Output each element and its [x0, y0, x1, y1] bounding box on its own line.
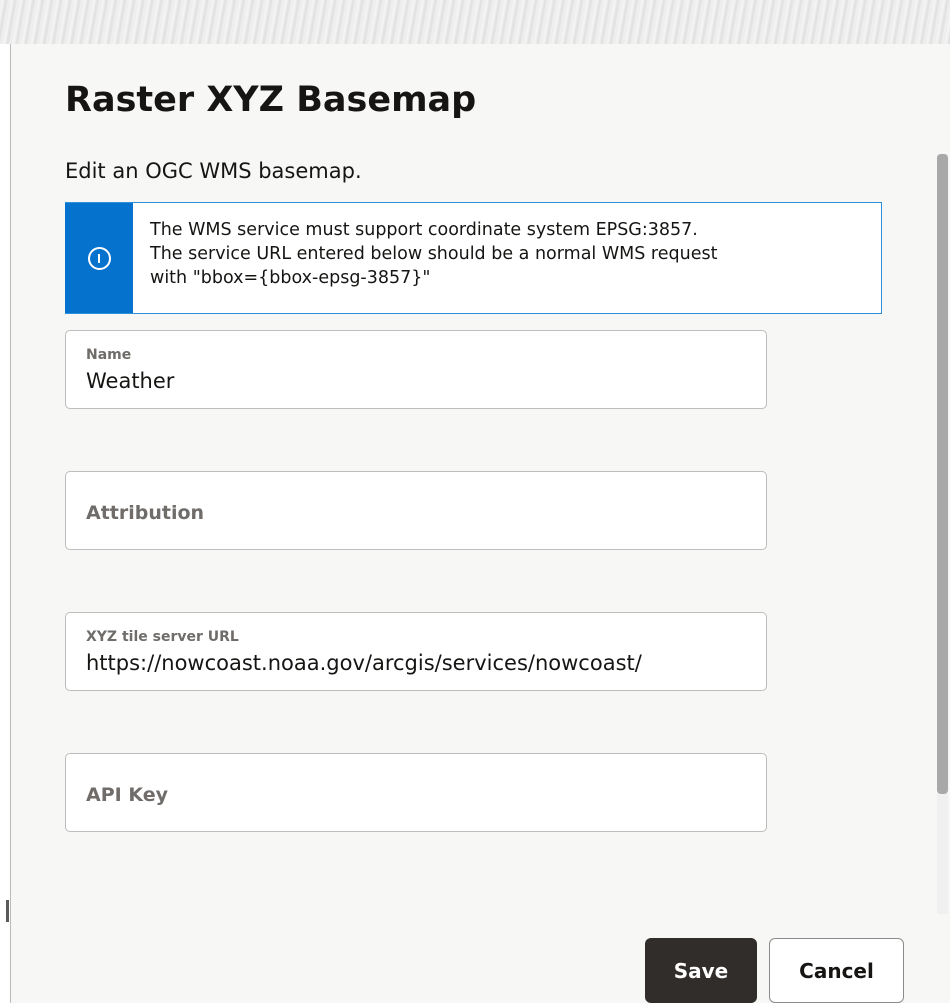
tile-url-field[interactable]: XYZ tile server URL https://nowcoast.noa…: [65, 612, 767, 691]
name-field[interactable]: Name Weather: [65, 330, 767, 409]
info-line-1: The WMS service must support coordinate …: [150, 220, 698, 240]
name-field-label: Name: [86, 347, 132, 363]
info-banner-accent: [65, 203, 133, 313]
api-key-field-label: API Key: [86, 784, 168, 806]
page: Raster XYZ Basemap Edit an OGC WMS basem…: [0, 0, 950, 1003]
info-glyph: [98, 253, 100, 263]
dialog-title: Raster XYZ Basemap: [65, 80, 477, 120]
scrollbar-thumb[interactable]: [937, 154, 948, 794]
info-banner: The WMS service must support coordinate …: [65, 202, 882, 314]
edit-basemap-dialog: Raster XYZ Basemap Edit an OGC WMS basem…: [10, 44, 950, 1003]
save-button[interactable]: Save: [645, 938, 757, 1003]
name-field-value[interactable]: Weather: [86, 369, 174, 393]
attribution-field[interactable]: Attribution: [65, 471, 767, 550]
edge-divider: [6, 900, 9, 922]
info-banner-text: The WMS service must support coordinate …: [133, 203, 733, 313]
info-line-2: The service URL entered below should be …: [150, 244, 718, 264]
dialog-scrollbar[interactable]: [937, 154, 948, 914]
api-key-field[interactable]: API Key: [65, 753, 767, 832]
dialog-subtitle: Edit an OGC WMS basemap.: [65, 159, 362, 183]
tile-url-field-label: XYZ tile server URL: [86, 629, 239, 645]
tile-url-field-value[interactable]: https://nowcoast.noaa.gov/arcgis/service…: [86, 651, 642, 675]
attribution-field-label: Attribution: [86, 502, 205, 524]
info-icon: [87, 246, 111, 270]
info-line-3: with "bbox={bbox-epsg-3857}": [150, 268, 431, 288]
cancel-button[interactable]: Cancel: [769, 938, 904, 1003]
background-overlay-strip: [0, 0, 950, 44]
